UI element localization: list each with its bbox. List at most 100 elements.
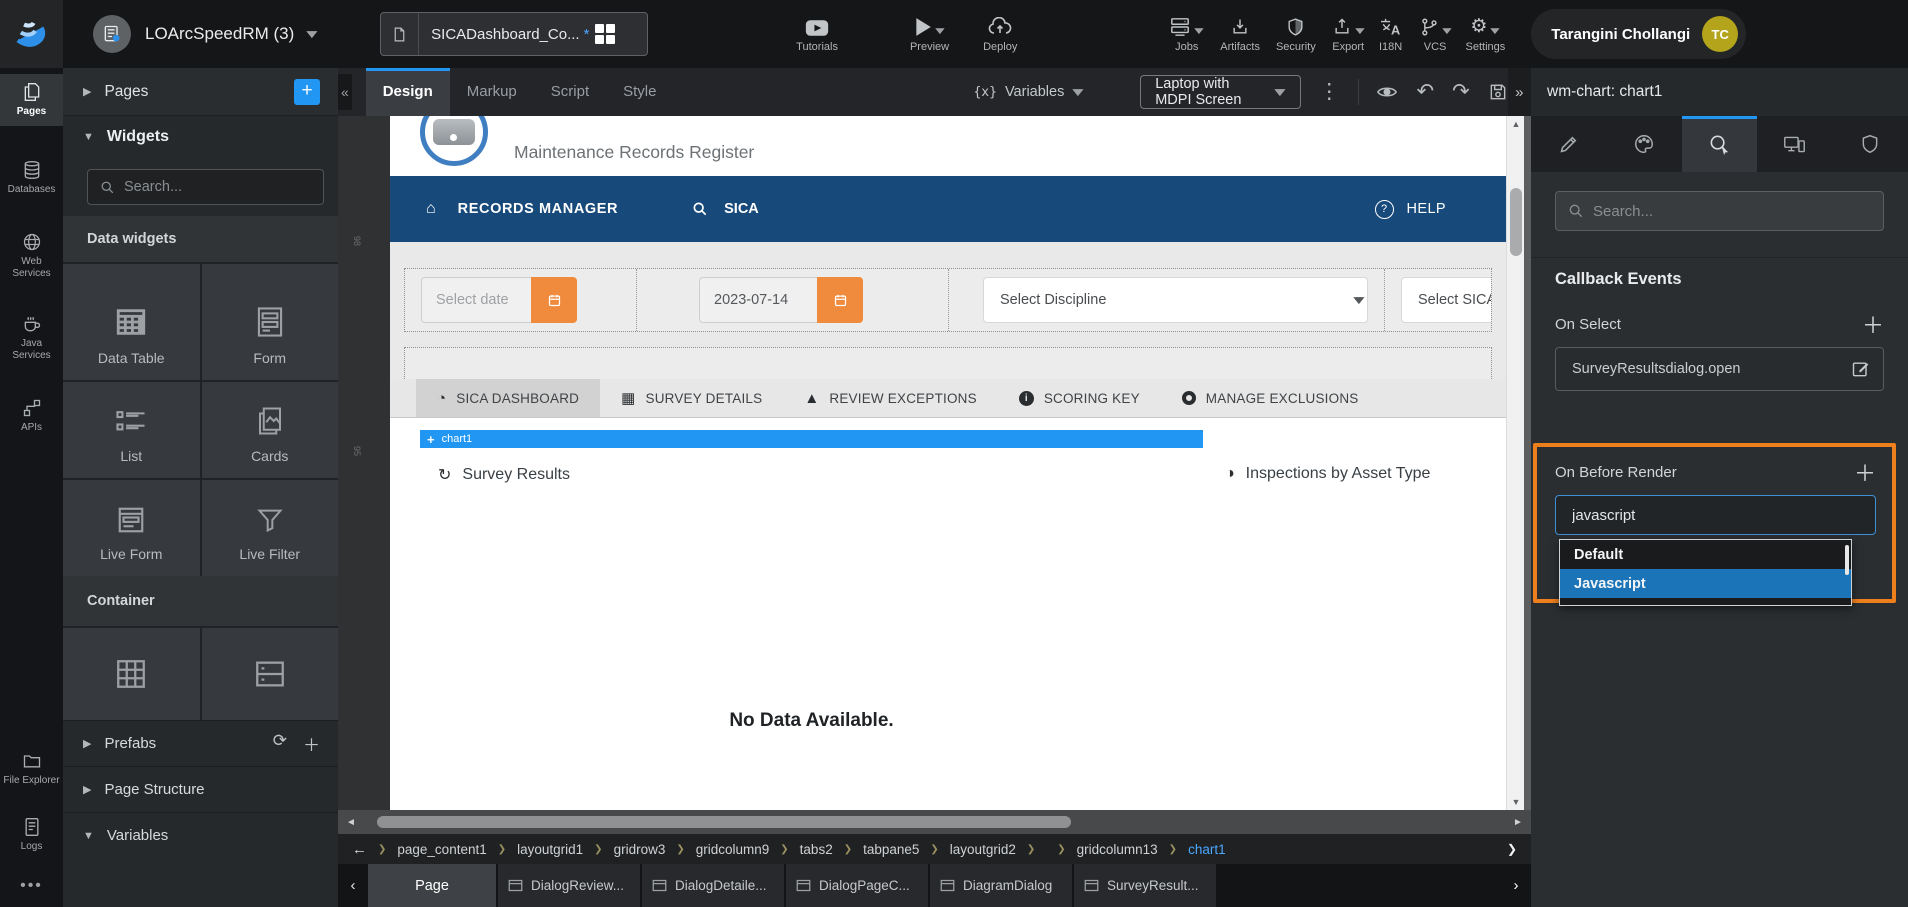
expand-right-panel-button[interactable]: » xyxy=(1508,68,1531,116)
inspections-card[interactable]: ◑ Inspections by Asset Type xyxy=(1207,448,1506,810)
widget-live-filter[interactable]: Live Filter xyxy=(202,480,339,576)
user-menu[interactable]: Tarangini Chollangi TC xyxy=(1531,9,1746,59)
on-before-render-input[interactable] xyxy=(1572,507,1859,524)
home-icon[interactable]: ⌂ xyxy=(426,200,436,218)
widget-layout-rows[interactable] xyxy=(202,628,339,720)
navbar-sica-link[interactable]: SICA xyxy=(724,201,759,217)
on-before-render-input-box[interactable] xyxy=(1555,495,1876,535)
crumb-tabpane5[interactable]: tabpane5 xyxy=(863,842,919,857)
deploy-button[interactable]: Deploy xyxy=(983,15,1017,53)
breadcrumb-back-icon[interactable]: ← xyxy=(352,841,367,858)
more-options-kebab-icon[interactable]: ⋮ xyxy=(1319,82,1340,102)
page-structure-row[interactable]: ▶ Page Structure xyxy=(63,766,338,812)
rail-item-java-services[interactable]: Java Services xyxy=(0,306,63,370)
prefabs-row[interactable]: ▶ Prefabs ⟳＋ xyxy=(63,720,338,766)
collapse-left-panel-button[interactable]: « xyxy=(338,74,352,110)
scroll-down-icon[interactable]: ▼ xyxy=(1507,794,1525,810)
undo-icon[interactable]: ↶ xyxy=(1416,82,1434,102)
selected-widget-bar[interactable]: + chart1 xyxy=(420,430,1203,448)
tab-security[interactable] xyxy=(1833,116,1908,172)
bottom-tab-dialogreview[interactable]: DialogReview... xyxy=(498,864,640,907)
crumb-page-content1[interactable]: page_content1 xyxy=(397,842,486,857)
crumb-gridrow3[interactable]: gridrow3 xyxy=(614,842,666,857)
tab-manage-exclusions[interactable]: MANAGE EXCLUSIONS xyxy=(1161,379,1380,417)
tab-review-exceptions[interactable]: ▲ REVIEW EXCEPTIONS xyxy=(783,379,997,417)
breadcrumb-forward-icon[interactable]: ❯ xyxy=(1507,842,1517,856)
variables-button[interactable]: {x} Variables ▼ xyxy=(973,84,1084,100)
dropdown-scrollbar[interactable] xyxy=(1845,545,1849,575)
export-button[interactable]: ▼ Export xyxy=(1332,15,1365,53)
tab-script[interactable]: Script xyxy=(534,68,606,116)
crumb-gridcolumn9[interactable]: gridcolumn9 xyxy=(696,842,770,857)
tab-design[interactable]: Design xyxy=(366,68,450,116)
option-default[interactable]: Default xyxy=(1560,540,1851,569)
scroll-left-icon[interactable]: ◄ xyxy=(338,817,364,828)
wavemaker-logo[interactable] xyxy=(0,0,63,68)
open-page-tab[interactable]: SICADashboard_Co... * xyxy=(380,12,648,56)
widget-list[interactable]: List xyxy=(63,382,200,478)
crumb-gridcolumn13[interactable]: gridcolumn13 xyxy=(1077,842,1158,857)
property-search-box[interactable] xyxy=(1555,191,1884,231)
tabs-scroll-right-icon[interactable]: › xyxy=(1501,877,1531,894)
artifacts-button[interactable]: Artifacts xyxy=(1220,15,1260,53)
search-icon[interactable] xyxy=(692,201,708,217)
tutorials-button[interactable]: Tutorials xyxy=(796,15,838,53)
option-javascript[interactable]: Javascript xyxy=(1560,569,1851,598)
redo-icon[interactable]: ↷ xyxy=(1452,82,1470,102)
on-select-value[interactable]: SurveyResultsdialog.open xyxy=(1555,347,1884,391)
security-button[interactable]: Security xyxy=(1276,15,1316,53)
pages-panel-header[interactable]: ▶ Pages + xyxy=(63,68,338,116)
rail-item-pages[interactable]: Pages xyxy=(0,74,63,126)
discipline-select[interactable]: Select Discipline ▼ xyxy=(983,277,1368,323)
tab-properties[interactable] xyxy=(1531,116,1606,172)
widgets-panel-header[interactable]: ▼ Widgets xyxy=(63,116,338,158)
help-link[interactable]: ? HELP xyxy=(1375,200,1446,219)
navbar-brand[interactable]: RECORDS MANAGER xyxy=(458,201,618,217)
rail-item-databases[interactable]: Databases xyxy=(0,152,63,204)
refresh-icon[interactable]: ⟳ xyxy=(273,731,287,756)
tab-scoring-key[interactable]: i SCORING KEY xyxy=(998,379,1161,417)
tab-styles[interactable] xyxy=(1606,116,1681,172)
add-on-before-render-icon[interactable]: ＋ xyxy=(1854,456,1876,488)
tab-devices[interactable] xyxy=(1757,116,1832,172)
crumb-chart1[interactable]: chart1 xyxy=(1188,842,1226,857)
bottom-tab-dialogdetail[interactable]: DialogDetaile... xyxy=(642,864,784,907)
add-on-select-icon[interactable]: ＋ xyxy=(1862,308,1884,340)
vertical-scrollbar[interactable]: ▲ ▼ xyxy=(1506,116,1524,810)
tab-markup[interactable]: Markup xyxy=(450,68,534,116)
rail-item-file-explorer[interactable]: File Explorer xyxy=(0,743,63,795)
preview-eye-icon[interactable] xyxy=(1376,83,1398,101)
crumb-layoutgrid2[interactable]: layoutgrid2 xyxy=(950,842,1016,857)
tab-style[interactable]: Style xyxy=(606,68,673,116)
vcs-button[interactable]: ▼ VCS xyxy=(1419,15,1452,53)
widget-search-input[interactable] xyxy=(124,179,311,195)
variables-row[interactable]: ▼ Variables xyxy=(63,812,338,858)
settings-button[interactable]: ⚙▼ Settings xyxy=(1466,15,1506,53)
horizontal-scroll-thumb[interactable] xyxy=(377,816,1071,828)
widget-search-box[interactable] xyxy=(87,169,324,205)
bottom-tab-surveyresult[interactable]: SurveyResult... xyxy=(1074,864,1216,907)
jobs-button[interactable]: ▼ Jobs xyxy=(1169,15,1204,53)
start-date-input[interactable]: Select date xyxy=(421,277,531,323)
device-selector[interactable]: Laptop with MDPI Screen ▼ xyxy=(1140,75,1301,109)
tab-sica-dashboard[interactable]: ◔ SICA DASHBOARD xyxy=(416,379,600,417)
tab-survey-details[interactable]: ▦ SURVEY DETAILS xyxy=(600,379,783,417)
end-date-input[interactable]: 2023-07-14 xyxy=(699,277,817,323)
rail-more-button[interactable]: ••• xyxy=(20,877,43,895)
bottom-tab-diagramdialog[interactable]: DiagramDialog xyxy=(930,864,1072,907)
widget-form[interactable]: Form xyxy=(202,264,339,380)
tab-events[interactable] xyxy=(1682,116,1757,172)
edit-icon[interactable] xyxy=(1851,359,1871,379)
add-prefab-icon[interactable]: ＋ xyxy=(303,731,320,756)
tabs-scroll-left-icon[interactable]: ‹ xyxy=(338,877,368,894)
scroll-right-icon[interactable]: ► xyxy=(1505,817,1531,828)
crumb-layoutgrid1[interactable]: layoutgrid1 xyxy=(517,842,583,857)
rail-item-web-services[interactable]: Web Services xyxy=(0,224,63,288)
scroll-up-icon[interactable]: ▲ xyxy=(1507,116,1525,132)
start-date-calendar-button[interactable] xyxy=(531,277,577,323)
horizontal-scrollbar[interactable]: ◄ ► xyxy=(338,810,1531,834)
i18n-button[interactable]: A I18N xyxy=(1379,15,1403,53)
asset-select[interactable]: Select SICA Asse xyxy=(1401,277,1491,323)
widget-layout-grid[interactable] xyxy=(63,628,200,720)
property-search-input[interactable] xyxy=(1593,203,1871,220)
